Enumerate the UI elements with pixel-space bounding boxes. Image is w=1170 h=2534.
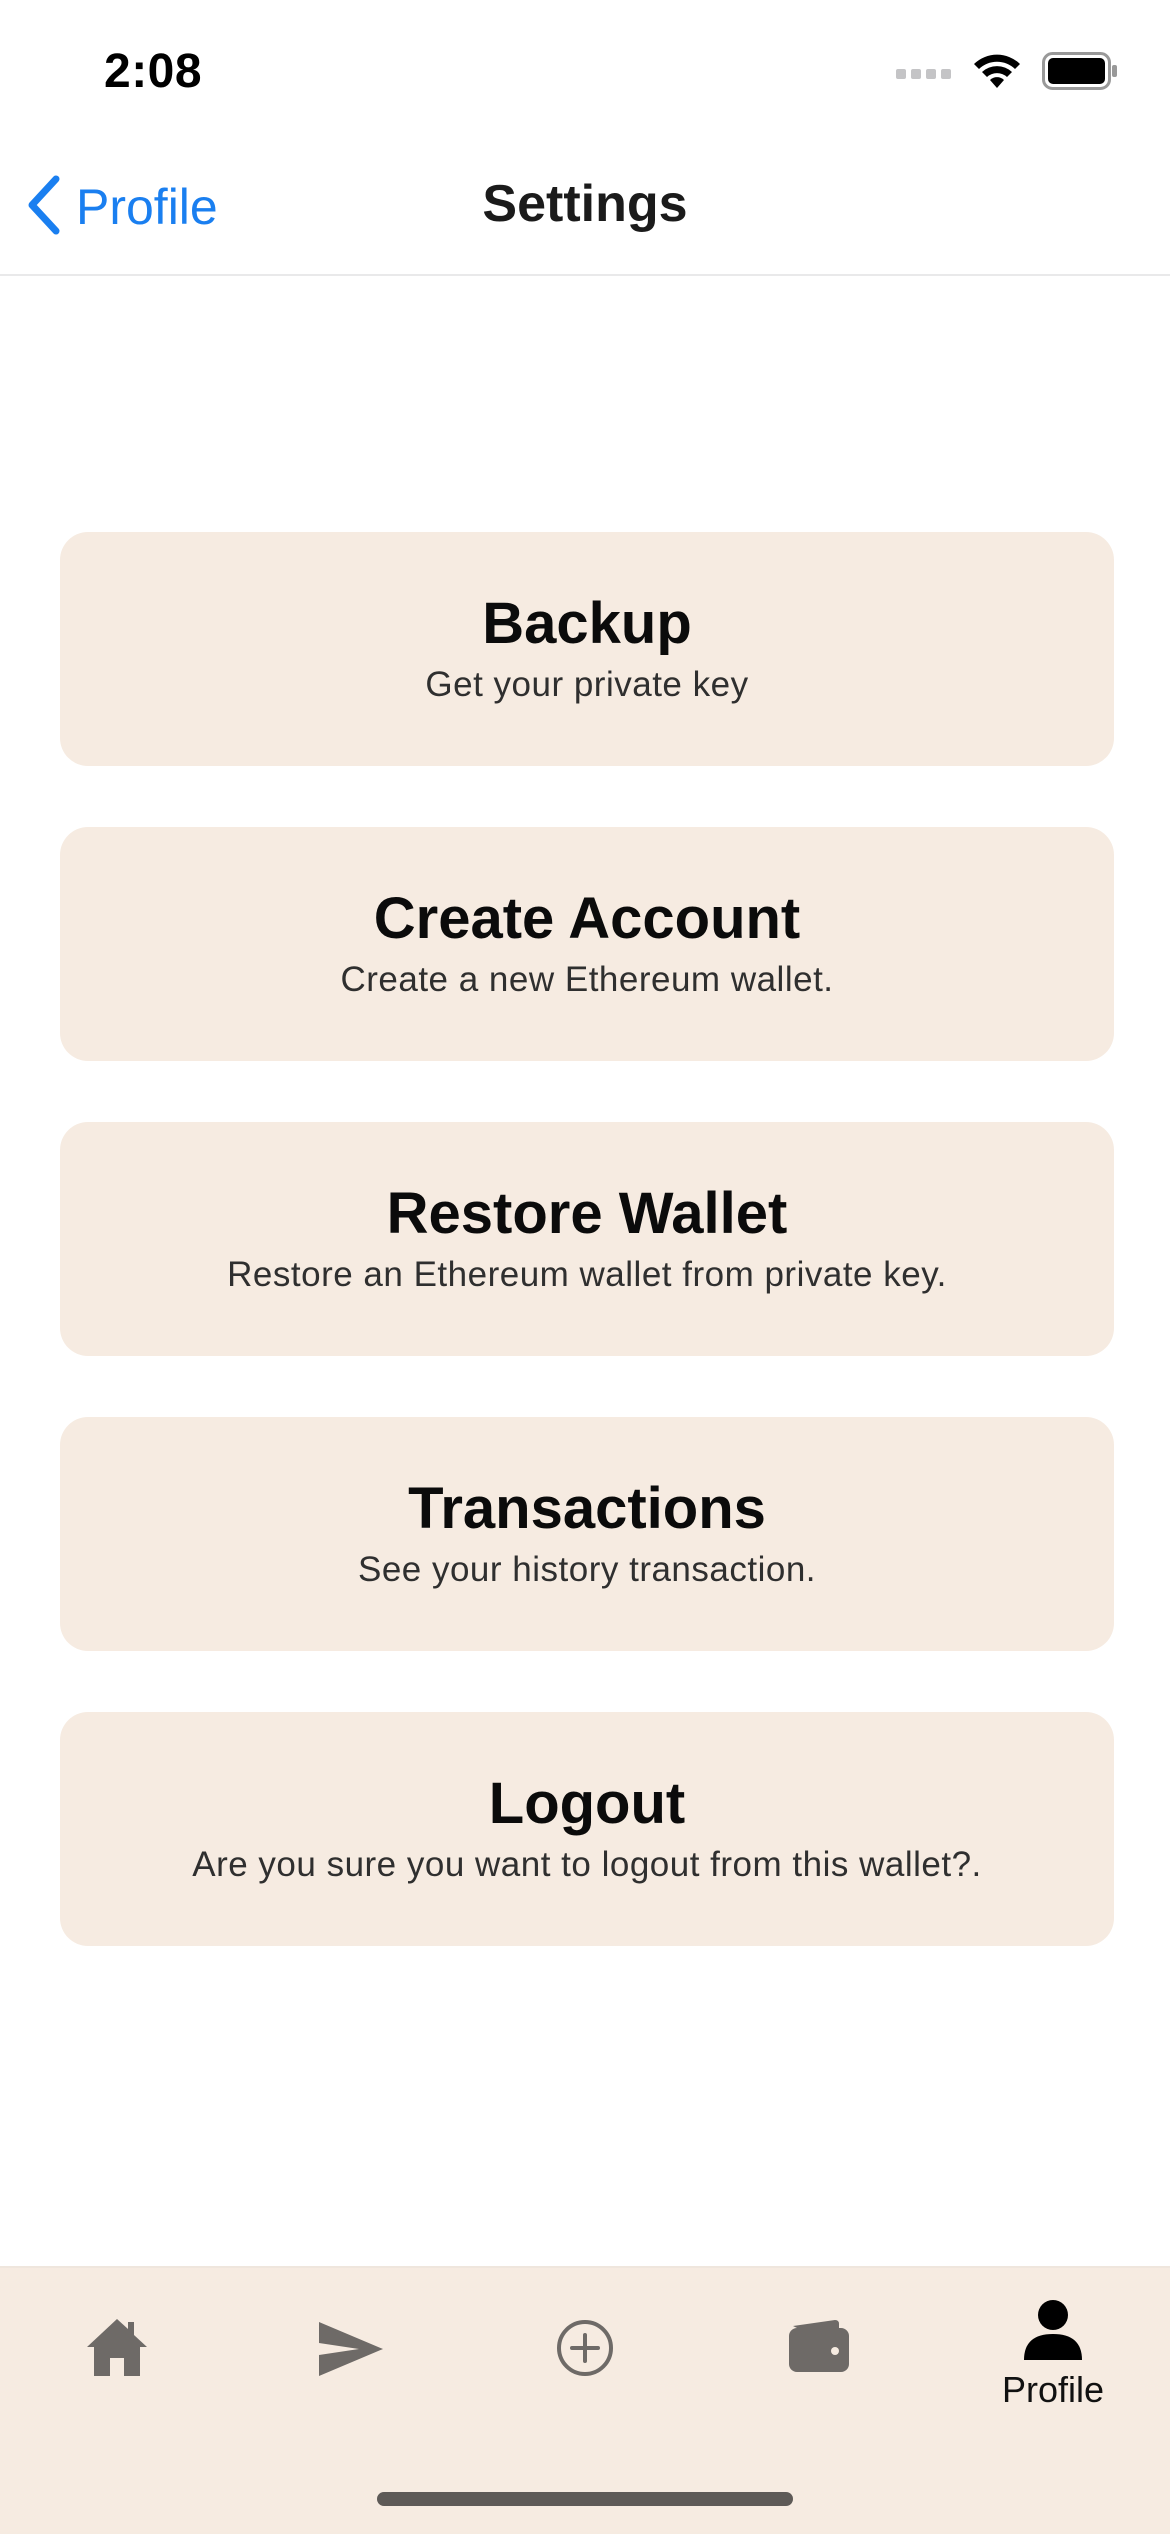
- backup-card[interactable]: Backup Get your private key: [60, 532, 1114, 766]
- card-title: Restore Wallet: [386, 1181, 788, 1246]
- add-circle-icon: [555, 2318, 615, 2383]
- card-title: Logout: [488, 1771, 686, 1836]
- tab-send[interactable]: [234, 2298, 468, 2418]
- logout-card[interactable]: Logout Are you sure you want to logout f…: [60, 1712, 1114, 1946]
- card-title: Backup: [482, 591, 692, 656]
- status-time: 2:08: [104, 45, 203, 98]
- card-subtitle: See your history transaction.: [357, 1550, 817, 1589]
- card-subtitle: Create a new Ethereum wallet.: [340, 960, 834, 999]
- create-account-card[interactable]: Create Account Create a new Ethereum wal…: [60, 827, 1114, 1061]
- card-title: Create Account: [373, 886, 801, 951]
- tab-home[interactable]: [0, 2298, 234, 2418]
- battery-icon: [1042, 52, 1118, 95]
- card-title: Transactions: [408, 1476, 766, 1541]
- card-subtitle: Get your private key: [425, 665, 749, 704]
- person-icon: [1022, 2298, 1084, 2365]
- wifi-icon: [972, 52, 1022, 95]
- transactions-card[interactable]: Transactions See your history transactio…: [60, 1417, 1114, 1651]
- status-bar: 2:08: [0, 0, 1170, 140]
- page-title: Settings: [482, 175, 688, 233]
- send-icon: [317, 2320, 385, 2383]
- home-indicator: [377, 2492, 793, 2506]
- tab-wallet[interactable]: [702, 2298, 936, 2418]
- tab-profile[interactable]: Profile: [936, 2298, 1170, 2418]
- settings-list: Backup Get your private key Create Accou…: [60, 532, 1114, 2007]
- home-icon: [84, 2316, 150, 2383]
- navigation-bar: Profile Settings: [0, 140, 1170, 276]
- tab-bar: Profile: [0, 2266, 1170, 2534]
- status-icons: [896, 52, 1118, 95]
- card-subtitle: Restore an Ethereum wallet from private …: [227, 1255, 947, 1294]
- signal-icon: [896, 63, 952, 84]
- restore-wallet-card[interactable]: Restore Wallet Restore an Ethereum walle…: [60, 1122, 1114, 1356]
- wallet-icon: [787, 2318, 851, 2379]
- card-subtitle: Are you sure you want to logout from thi…: [192, 1845, 982, 1884]
- tab-add[interactable]: [468, 2298, 702, 2418]
- tab-profile-label: Profile: [1001, 2369, 1105, 2410]
